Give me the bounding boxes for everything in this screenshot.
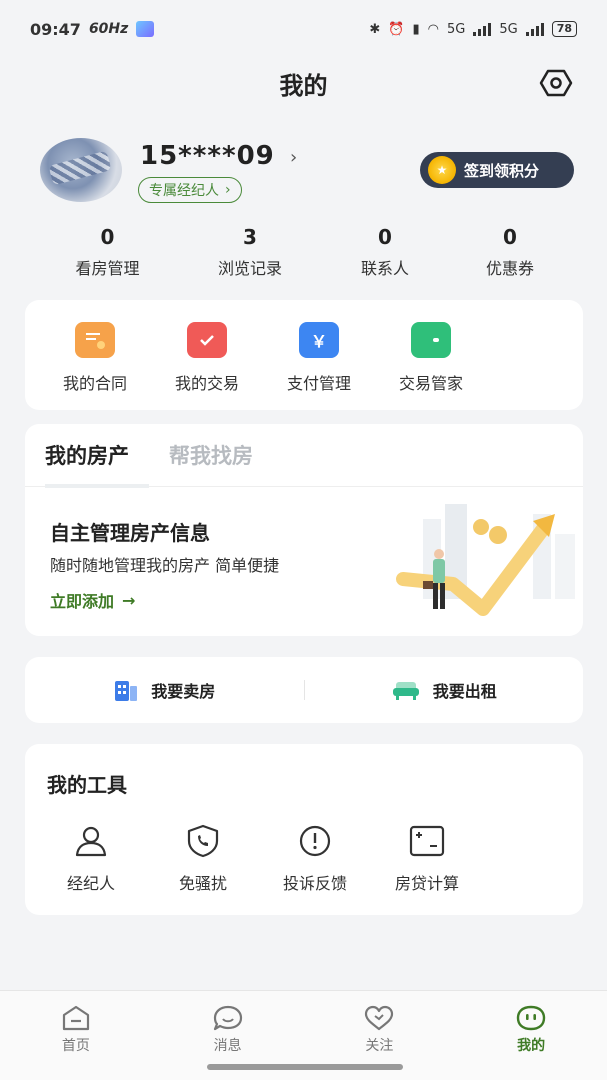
stat-label: 联系人 xyxy=(360,259,409,278)
wifi-icon: ◠ xyxy=(427,21,439,37)
tool-mortgage-calc[interactable]: 房贷计算 xyxy=(371,824,483,894)
property-title: 自主管理房产信息 xyxy=(50,521,210,545)
stat-label: 优惠券 xyxy=(485,259,534,278)
tools-row: 经纪人 免骚扰 投诉反馈 房贷计算 xyxy=(35,824,483,894)
stat-number: 0 xyxy=(503,225,517,249)
sofa-icon xyxy=(392,682,419,700)
signal-icon-2 xyxy=(525,22,544,36)
stat-viewing[interactable]: 0 看房管理 xyxy=(40,225,175,285)
status-right: ✱ ⏰ ▮ ◠ 5G 5G 78 xyxy=(369,21,577,37)
agent-tag-label: 专属经纪人 xyxy=(149,183,219,199)
mine-face-icon xyxy=(516,1005,546,1031)
stat-number: 0 xyxy=(378,225,392,249)
tools-card: 我的工具 经纪人 免骚扰 投诉反馈 房贷计算 xyxy=(25,744,583,915)
rent-house-button[interactable]: 我要出租 xyxy=(305,678,584,702)
battery-level: 78 xyxy=(551,21,577,37)
building-icon xyxy=(115,681,138,701)
home-icon xyxy=(62,1005,89,1031)
yuan-glyph: ￥ xyxy=(310,332,327,351)
rent-house-label: 我要出租 xyxy=(432,682,497,701)
growth-illustration xyxy=(396,504,575,616)
tool-label: 投诉反馈 xyxy=(282,874,347,893)
stat-number: 0 xyxy=(100,225,115,249)
sell-house-label: 我要卖房 xyxy=(151,682,216,701)
tab-my-property[interactable]: 我的房产 xyxy=(45,424,149,488)
tab-find-house[interactable]: 帮我找房 xyxy=(169,424,253,487)
person-icon xyxy=(75,826,107,857)
payment-icon: ￥ xyxy=(299,322,339,358)
status-left: 09:47 60Hz xyxy=(30,19,155,39)
signin-points-button[interactable]: ★ 签到领积分 xyxy=(420,152,574,188)
arrow-right-icon: → xyxy=(122,590,136,610)
page-header: 我的 xyxy=(0,58,607,108)
status-time: 09:47 xyxy=(30,19,81,39)
tab-label: 关注 xyxy=(365,1038,394,1054)
quick-item-label: 我的合同 xyxy=(62,374,127,393)
quick-actions-card: 我的合同 我的交易 ￥ 支付管理 交易管家 xyxy=(25,300,583,410)
contract-icon xyxy=(75,322,115,358)
stats-row: 0 看房管理 3 浏览记录 0 联系人 0 优惠券 xyxy=(40,225,580,285)
property-card: 我的房产 帮我找房 自主管理房产信息 随时随地管理我的房产 简单便捷 立即添加 … xyxy=(25,424,583,636)
quick-item-payment[interactable]: ￥ 支付管理 xyxy=(263,300,375,410)
refresh-rate: 60Hz xyxy=(88,21,129,37)
tool-label: 免骚扰 xyxy=(178,874,227,893)
property-subtitle: 随时随地管理我的房产 简单便捷 xyxy=(50,556,280,575)
network-label-2: 5G xyxy=(499,21,518,37)
chevron-right-icon[interactable]: › xyxy=(290,147,297,168)
quick-item-label: 我的交易 xyxy=(174,374,239,393)
sell-house-button[interactable]: 我要卖房 xyxy=(25,678,304,702)
tool-label: 房贷计算 xyxy=(394,874,459,893)
page-title: 我的 xyxy=(279,71,328,100)
stat-coupons[interactable]: 0 优惠券 xyxy=(445,225,575,285)
network-label-1: 5G xyxy=(446,21,466,37)
settings-icon[interactable] xyxy=(539,68,573,98)
alert-icon xyxy=(299,825,331,857)
alarm-icon: ⏰ xyxy=(388,21,405,37)
vibrate-icon: ▮ xyxy=(412,21,420,37)
quick-item-label: 支付管理 xyxy=(286,374,351,393)
tab-label: 消息 xyxy=(213,1038,242,1054)
home-indicator[interactable] xyxy=(207,1064,403,1070)
chevron-right-icon: › xyxy=(225,182,231,198)
user-phone[interactable]: 15****09 xyxy=(140,141,275,171)
property-tabs: 我的房产 帮我找房 xyxy=(25,424,583,488)
sell-rent-card: 我要卖房 我要出租 xyxy=(25,657,583,723)
heart-icon xyxy=(365,1005,394,1031)
calculator-icon xyxy=(409,825,445,857)
quick-item-steward[interactable]: 交易管家 xyxy=(375,300,487,410)
tool-complaint[interactable]: 投诉反馈 xyxy=(259,824,371,894)
coin-icon: ★ xyxy=(428,156,456,184)
tab-home[interactable]: 首页 xyxy=(0,991,152,1080)
stat-contacts[interactable]: 0 联系人 xyxy=(325,225,445,285)
tools-title: 我的工具 xyxy=(47,773,127,797)
agent-tag-button[interactable]: 专属经纪人 › xyxy=(138,177,242,203)
tool-no-disturb[interactable]: 免骚扰 xyxy=(147,824,259,894)
profile-section: 15****09 › 专属经纪人 › ★ 签到领积分 xyxy=(40,135,580,210)
tab-mine[interactable]: 我的 xyxy=(455,991,607,1080)
stat-label: 浏览记录 xyxy=(217,259,282,278)
stat-label: 看房管理 xyxy=(75,259,140,278)
signin-label: 签到领积分 xyxy=(464,161,540,180)
status-bar: 09:47 60Hz ✱ ⏰ ▮ ◠ 5G 5G 78 xyxy=(0,0,607,58)
wallet-icon xyxy=(411,322,451,358)
stat-history[interactable]: 3 浏览记录 xyxy=(175,225,325,285)
shield-phone-icon xyxy=(187,824,219,858)
tool-label: 经纪人 xyxy=(66,874,115,893)
message-icon xyxy=(213,1005,242,1031)
add-property-link[interactable]: 立即添加 → xyxy=(50,588,135,612)
app-notification-icon xyxy=(136,21,155,37)
quick-item-trade[interactable]: 我的交易 xyxy=(151,300,263,410)
stat-number: 3 xyxy=(243,225,257,249)
quick-item-contract[interactable]: 我的合同 xyxy=(39,300,151,410)
tool-agent[interactable]: 经纪人 xyxy=(35,824,147,894)
avatar[interactable] xyxy=(40,138,122,202)
add-property-label: 立即添加 xyxy=(50,592,115,611)
tab-label: 首页 xyxy=(61,1038,90,1054)
quick-item-label: 交易管家 xyxy=(398,374,463,393)
signal-icon xyxy=(473,22,492,36)
tab-label: 我的 xyxy=(517,1038,546,1054)
trade-icon xyxy=(187,322,227,358)
bluetooth-icon: ✱ xyxy=(369,21,381,37)
